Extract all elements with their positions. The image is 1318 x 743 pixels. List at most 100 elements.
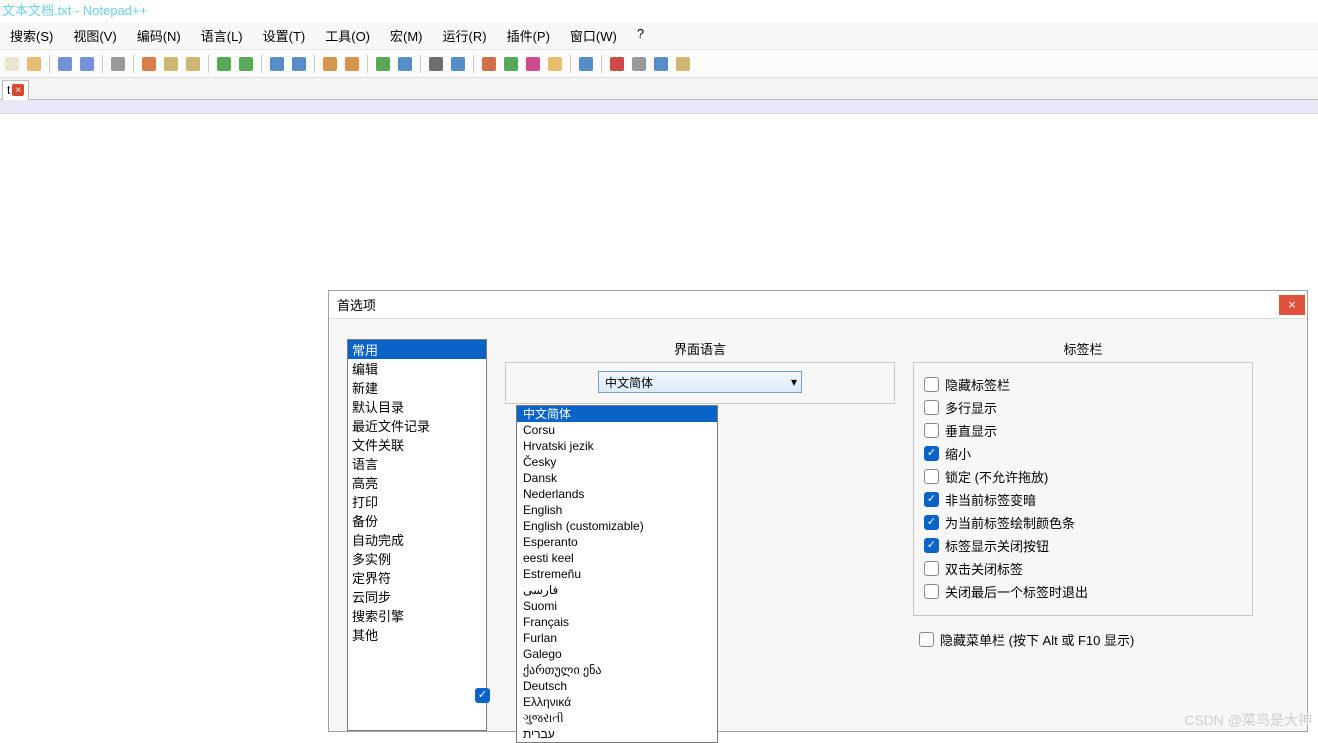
language-option[interactable]: Corsu [517,422,717,438]
language-option[interactable]: eesti keel [517,550,717,566]
checkbox-icon[interactable] [924,492,939,507]
checkbox-icon[interactable] [924,423,939,438]
language-option[interactable]: Suomi [517,598,717,614]
language-option[interactable]: Hrvatski jezik [517,438,717,454]
cut-button[interactable] [139,54,159,74]
close-icon[interactable]: × [12,84,24,96]
language-option[interactable]: Česky [517,454,717,470]
tabbar-option[interactable]: 多行显示 [924,398,1242,417]
zoom-in-button[interactable] [320,54,340,74]
category-item[interactable]: 新建 [348,378,486,397]
menu-item[interactable]: 设置(T) [253,24,316,47]
category-item[interactable]: 编辑 [348,359,486,378]
category-item[interactable]: 云同步 [348,587,486,606]
menu-item[interactable]: 运行(R) [433,24,497,47]
open-button[interactable] [24,54,44,74]
checkbox-icon[interactable] [924,538,939,553]
menu-item[interactable]: 插件(P) [497,24,560,47]
language-option[interactable]: Galego [517,646,717,662]
checkbox-icon[interactable] [924,584,939,599]
tabbar-option[interactable]: 锁定 (不允许拖放) [924,467,1242,486]
tabbar-option[interactable]: 缩小 [924,444,1242,463]
checkbox-icon[interactable] [924,446,939,461]
checkbox-icon[interactable] [924,400,939,415]
copy-button[interactable] [161,54,181,74]
checkbox-icon[interactable] [919,632,934,647]
tabbar-option[interactable]: 双击关闭标签 [924,559,1242,578]
stop-button[interactable] [673,54,693,74]
category-item[interactable]: 文件关联 [348,435,486,454]
category-item[interactable]: 打印 [348,492,486,511]
language-option[interactable]: Estremeñu [517,566,717,582]
tabbar-option[interactable]: 非当前标签变暗 [924,490,1242,509]
checkbox-icon[interactable] [924,469,939,484]
menu-item[interactable]: 视图(V) [63,24,126,47]
print-button[interactable] [108,54,128,74]
category-item[interactable]: 常用 [348,340,486,359]
indent-guide-button[interactable] [448,54,468,74]
category-item[interactable]: 高亮 [348,473,486,492]
dialog-close-button[interactable]: × [1279,295,1305,315]
category-item[interactable]: 自动完成 [348,530,486,549]
replace-button[interactable] [289,54,309,74]
language-option[interactable]: Furlan [517,630,717,646]
record-button[interactable] [607,54,627,74]
lang-button[interactable] [479,54,499,74]
menu-item[interactable]: 搜索(S) [0,24,63,47]
play-button[interactable] [629,54,649,74]
folder-button[interactable] [545,54,565,74]
menu-item[interactable]: 编码(N) [127,24,191,47]
category-item[interactable]: 定界符 [348,568,486,587]
category-item[interactable]: 默认目录 [348,397,486,416]
checkbox-icon[interactable] [924,515,939,530]
language-option[interactable]: Deutsch [517,678,717,694]
new-button[interactable] [2,54,22,74]
category-item[interactable]: 最近文件记录 [348,416,486,435]
tabbar-option[interactable]: 隐藏标签栏 [924,375,1242,394]
tabbar-option[interactable]: 标签显示关闭按钮 [924,536,1242,555]
language-option[interactable]: ગુજરાતી [517,710,717,726]
editor-area[interactable] [0,100,1318,114]
checkbox-icon[interactable] [924,377,939,392]
language-combo[interactable]: 中文简体 ▾ [598,371,802,393]
category-item[interactable]: 多实例 [348,549,486,568]
language-option[interactable]: 中文简体 [517,406,717,422]
menu-item[interactable]: ? [627,24,654,47]
language-option[interactable]: Esperanto [517,534,717,550]
category-item[interactable]: 搜索引擎 [348,606,486,625]
tabbar-option[interactable]: 关闭最后一个标签时退出 [924,582,1242,601]
category-item[interactable]: 其他 [348,625,486,644]
pilcrow-button[interactable] [426,54,446,74]
menu-item[interactable]: 工具(O) [315,24,380,47]
save-button[interactable] [55,54,75,74]
zoom-out-button[interactable] [342,54,362,74]
menu-item[interactable]: 窗口(W) [560,24,627,47]
hide-menubar-option[interactable]: 隐藏菜单栏 (按下 Alt 或 F10 显示) [919,630,1253,649]
tabbar-option[interactable]: 为当前标签绘制颜色条 [924,513,1242,532]
tabbar-option[interactable]: 垂直显示 [924,421,1242,440]
find-button[interactable] [267,54,287,74]
category-list[interactable]: 常用编辑新建默认目录最近文件记录文件关联语言高亮打印备份自动完成多实例定界符云同… [347,339,487,731]
language-option[interactable]: Nederlands [517,486,717,502]
language-option[interactable]: English [517,502,717,518]
language-option[interactable]: עברית [517,726,717,742]
redo-button[interactable] [236,54,256,74]
document-tab[interactable]: t × [2,80,29,100]
category-item[interactable]: 语言 [348,454,486,473]
undo-button[interactable] [214,54,234,74]
language-option[interactable]: فارسی [517,582,717,598]
checkbox-icon[interactable] [924,561,939,576]
language-option[interactable]: Dansk [517,470,717,486]
language-option[interactable]: English (customizable) [517,518,717,534]
dialog-titlebar[interactable]: 首选项 × [329,291,1307,319]
language-option[interactable]: Français [517,614,717,630]
wrap-button[interactable] [395,54,415,74]
menu-item[interactable]: 语言(L) [191,24,253,47]
paste-button[interactable] [183,54,203,74]
language-dropdown[interactable]: 中文简体CorsuHrvatski jezikČeskyDanskNederla… [516,405,718,743]
func-list-button[interactable] [501,54,521,74]
sync-button[interactable] [373,54,393,74]
monitor-button[interactable] [576,54,596,74]
language-option[interactable]: ქართული ენა [517,662,717,678]
playback-button[interactable] [651,54,671,74]
